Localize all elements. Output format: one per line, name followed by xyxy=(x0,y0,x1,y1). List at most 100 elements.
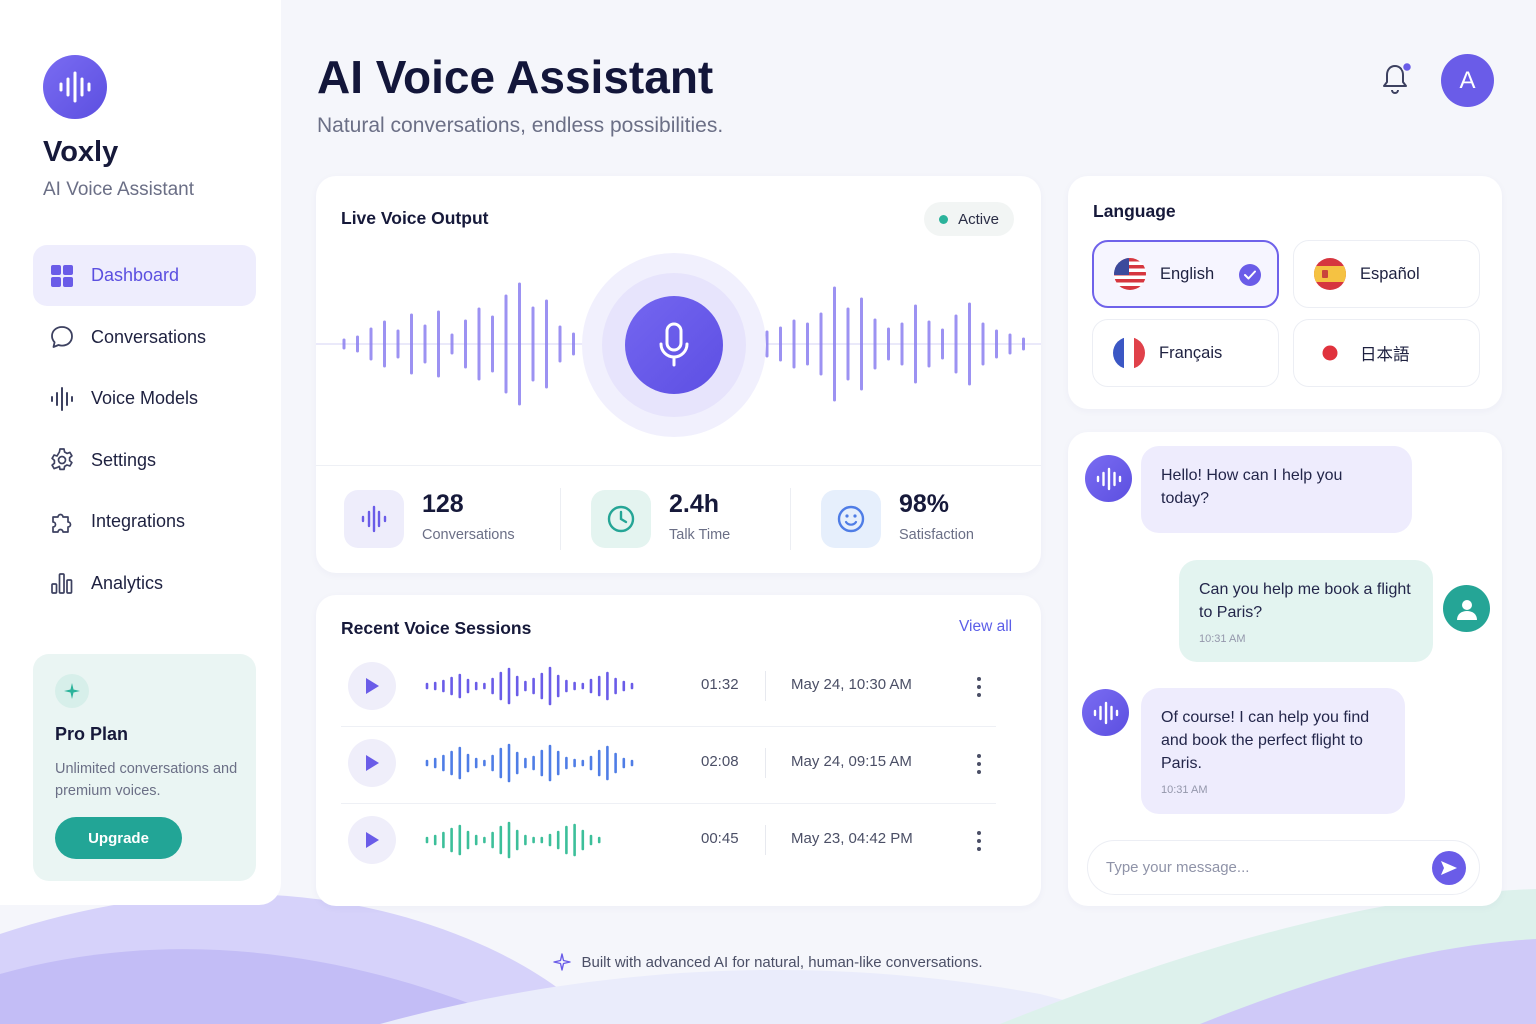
pro-plan-card: Pro Plan Unlimited conversations and pre… xyxy=(33,654,256,881)
session-date: May 24, 10:30 AM xyxy=(791,676,912,693)
bot-avatar xyxy=(1082,689,1129,736)
stat-separator xyxy=(560,488,561,550)
sidebar-item-voice-models[interactable]: Voice Models xyxy=(33,368,256,429)
language-label: English xyxy=(1160,264,1215,283)
person-icon xyxy=(1456,599,1477,620)
sidebar-item-label: Voice Models xyxy=(91,388,199,409)
us-flag-icon xyxy=(1114,258,1146,290)
notification-bell-icon[interactable] xyxy=(1378,60,1414,98)
waveform-icon xyxy=(1096,467,1121,490)
recent-sessions-title: Recent Voice Sessions xyxy=(341,618,532,638)
waveform-icon xyxy=(49,386,75,412)
session-waveform xyxy=(425,666,634,706)
language-option-japanese[interactable]: 日本語 xyxy=(1293,319,1480,387)
session-row: 01:32 May 24, 10:30 AM xyxy=(341,650,996,727)
waveform-icon xyxy=(1093,701,1118,724)
bot-avatar xyxy=(1085,455,1132,502)
microphone-icon xyxy=(659,322,689,367)
pro-plan-description: Unlimited conversations and premium voic… xyxy=(55,761,238,799)
send-icon xyxy=(1441,861,1457,875)
stat-label: Talk Time xyxy=(669,527,731,543)
play-button[interactable] xyxy=(348,739,396,787)
page-title: AI Voice Assistant xyxy=(317,51,714,103)
brand-name: Voxly xyxy=(43,136,119,168)
spain-flag-icon xyxy=(1314,258,1346,290)
view-all-link[interactable]: View all xyxy=(959,618,1012,636)
clock-icon xyxy=(591,490,651,548)
message-text: Of course! I can help you find and book … xyxy=(1161,709,1370,772)
session-duration: 02:08 xyxy=(701,753,739,770)
session-separator xyxy=(765,671,766,701)
session-waveform xyxy=(425,743,634,783)
language-label: 日本語 xyxy=(1360,346,1410,364)
stat-value: 2.4h xyxy=(669,490,720,518)
user-avatar[interactable]: A xyxy=(1441,54,1494,107)
microphone-button[interactable] xyxy=(625,296,723,394)
bar-chart-icon xyxy=(49,570,75,596)
stat-label: Satisfaction xyxy=(899,527,974,543)
message-time: 10:31 AM xyxy=(1161,784,1208,796)
language-option-espanol[interactable]: Español xyxy=(1293,240,1480,308)
sidebar: Voxly AI Voice Assistant Dashboard Conve… xyxy=(0,0,281,905)
chat-card: Hello! How can I help you today? Can you… xyxy=(1068,432,1502,906)
chat-message-bot: Hello! How can I help you today? xyxy=(1141,446,1412,533)
japan-flag-icon xyxy=(1314,337,1346,369)
more-options-icon[interactable] xyxy=(969,824,989,858)
session-duration: 01:32 xyxy=(701,676,739,693)
footer-text: Built with advanced AI for natural, huma… xyxy=(581,953,983,971)
status-label: Active xyxy=(958,210,999,228)
session-separator xyxy=(765,748,766,778)
play-button[interactable] xyxy=(348,662,396,710)
language-label: Français xyxy=(1159,343,1223,362)
stats-divider xyxy=(316,465,1041,466)
france-flag-icon xyxy=(1113,337,1145,369)
brand-logo xyxy=(43,55,107,119)
session-row: 02:08 May 24, 09:15 AM xyxy=(341,727,996,804)
status-dot xyxy=(939,214,949,224)
smile-icon xyxy=(821,490,881,548)
brand-subtitle: AI Voice Assistant xyxy=(43,179,195,200)
puzzle-icon xyxy=(49,509,75,535)
sidebar-nav: Dashboard Conversations Voice Models Set… xyxy=(33,245,256,615)
play-button[interactable] xyxy=(348,816,396,864)
footer-note: Built with advanced AI for natural, huma… xyxy=(0,953,1536,971)
waveform-icon xyxy=(344,490,404,548)
sidebar-item-dashboard[interactable]: Dashboard xyxy=(33,245,256,306)
sidebar-item-label: Dashboard xyxy=(91,265,180,285)
session-duration: 00:45 xyxy=(701,830,739,847)
language-card: Language English Español Français 日本語 xyxy=(1068,176,1502,409)
language-option-francais[interactable]: Français xyxy=(1092,319,1279,387)
language-label: Español xyxy=(1360,264,1420,283)
stat-value: 98% xyxy=(899,490,950,518)
sparkle-icon xyxy=(55,674,89,708)
play-icon xyxy=(366,755,379,771)
live-voice-output-card: Live Voice Output Active 128 Conversatio… xyxy=(316,176,1041,573)
more-options-icon[interactable] xyxy=(969,747,989,781)
send-button[interactable] xyxy=(1432,851,1466,885)
session-separator xyxy=(765,825,766,855)
pro-plan-title: Pro Plan xyxy=(55,724,129,744)
language-title: Language xyxy=(1093,201,1176,221)
more-options-icon[interactable] xyxy=(969,670,989,704)
language-option-english[interactable]: English xyxy=(1092,240,1279,308)
chat-bubble-icon xyxy=(49,324,75,350)
grid-icon xyxy=(49,263,75,289)
waveform-logo-icon xyxy=(59,71,91,103)
user-chat-avatar xyxy=(1443,585,1490,632)
sidebar-item-conversations[interactable]: Conversations xyxy=(33,307,256,368)
sparkle-icon xyxy=(553,953,572,971)
message-input[interactable] xyxy=(1106,841,1426,893)
sidebar-item-settings[interactable]: Settings xyxy=(33,430,256,491)
gear-icon xyxy=(49,447,75,473)
upgrade-button[interactable]: Upgrade xyxy=(55,817,182,859)
sidebar-item-integrations[interactable]: Integrations xyxy=(33,491,256,552)
session-date: May 24, 09:15 AM xyxy=(791,753,912,770)
session-row: 00:45 May 23, 04:42 PM xyxy=(341,804,996,881)
sidebar-item-label: Analytics xyxy=(91,572,164,593)
sidebar-item-analytics[interactable]: Analytics xyxy=(33,553,256,614)
sidebar-item-label: Settings xyxy=(91,449,157,470)
recent-sessions-card: Recent Voice Sessions View all 01:32 May… xyxy=(316,595,1041,906)
message-time: 10:31 AM xyxy=(1199,633,1246,645)
message-text: Can you help me book a flight to Paris? xyxy=(1199,581,1411,621)
message-text: Hello! How can I help you today? xyxy=(1161,467,1343,507)
